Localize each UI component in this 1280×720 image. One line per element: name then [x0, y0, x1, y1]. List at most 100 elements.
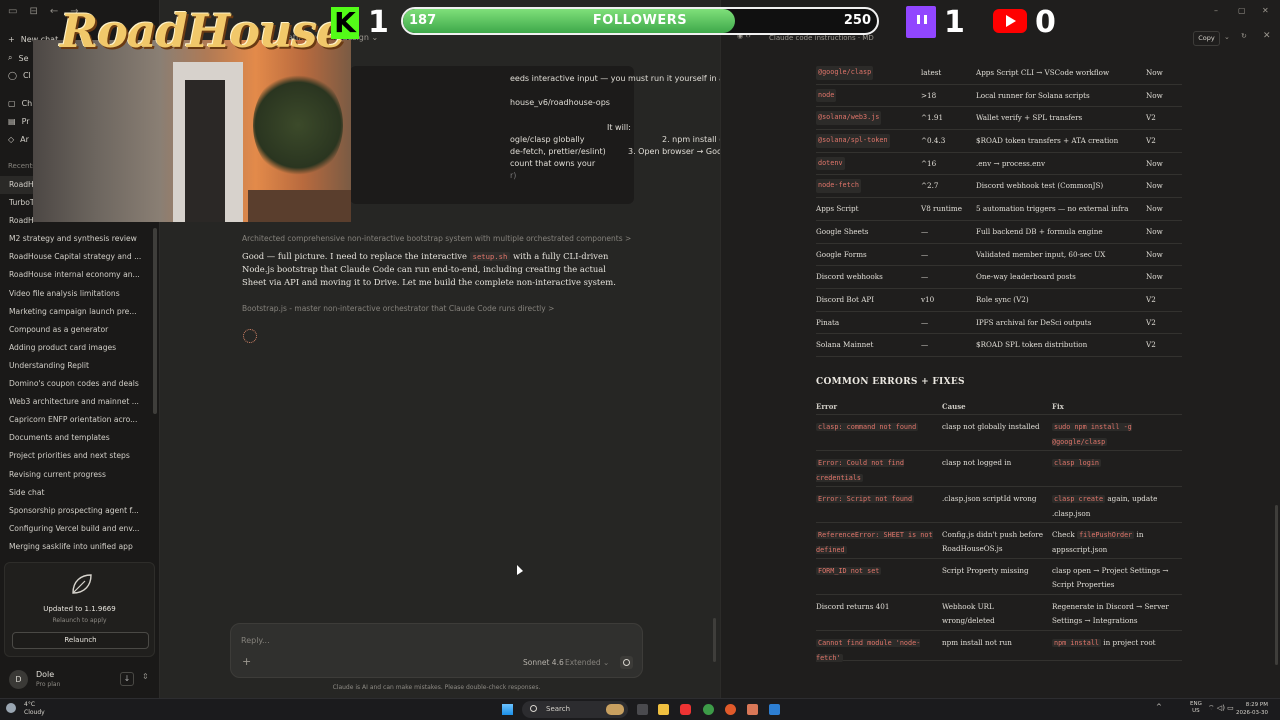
table-row: @solana/spl-token ^0.4.3 $ROAD token trans…	[816, 130, 1182, 153]
mode-selector[interactable]: Extended ⌄	[565, 658, 609, 667]
close-icon[interactable]: ✕	[1263, 31, 1271, 41]
window-close-button[interactable]: ✕	[1262, 6, 1269, 15]
refresh-icon[interactable]: ↻	[1241, 32, 1247, 40]
search-icon	[530, 705, 537, 712]
column-header: Fix	[1052, 402, 1064, 411]
youtube-app-icon[interactable]	[680, 704, 691, 715]
panel-scrollbar[interactable]	[1275, 505, 1278, 665]
table-cell: V2	[1146, 294, 1156, 304]
sidebar-chat-item[interactable]: RoadHouse Capital strategy and ...	[0, 248, 152, 266]
leaf-icon	[72, 574, 92, 594]
msg-line: eeds interactive input — you must run it…	[510, 74, 742, 83]
model-selector[interactable]: Sonnet 4.6	[523, 658, 564, 667]
fix-code: sudo npm install -g @google/clasp	[1052, 423, 1132, 446]
loading-spinner-icon	[243, 329, 257, 343]
sidebar-chat-item[interactable]: Domino's coupon codes and deals	[0, 375, 152, 393]
back-icon[interactable]: ←	[50, 6, 58, 17]
windows-start-icon[interactable]	[502, 704, 513, 715]
table-cell: Google Sheets	[816, 226, 869, 236]
avatar: D	[9, 670, 28, 689]
vscode-icon[interactable]	[769, 704, 780, 715]
cause-cell: Webhook URL wrong/deleted	[942, 602, 995, 625]
sidebar-chat-item[interactable]: Revising current progress	[0, 466, 152, 484]
sidebar-chat-item[interactable]: Side chat	[0, 484, 152, 502]
cloud-icon[interactable]	[6, 703, 16, 713]
column-header: Error	[816, 402, 838, 411]
sidebar-chat-item[interactable]: Compound as a generator	[0, 321, 152, 339]
nav-artifacts[interactable]: ◇ Ar	[8, 135, 29, 144]
error-cell: FORM_ID not set	[816, 564, 936, 579]
nav-chats[interactable]: ◯ Cl	[8, 71, 31, 80]
sidebar-chat-item[interactable]: Merging sasklife into unified app	[0, 538, 152, 556]
sidebar-chat-item[interactable]: Capricorn ENFP orientation acro...	[0, 411, 152, 429]
sidebar-chat-item[interactable]: Project priorities and next steps	[0, 447, 152, 465]
table-cell: Now	[1146, 68, 1163, 77]
table-cell: —	[921, 317, 929, 327]
chevron-down-icon[interactable]: ⌄	[1224, 33, 1230, 41]
sidebar-toggle-icon[interactable]: ▭	[8, 6, 17, 17]
reply-input[interactable]: Reply...	[241, 636, 270, 645]
table-row: clasp: command not found clasp not global…	[816, 415, 1182, 451]
sidebar-chat-item[interactable]: Understanding Replit	[0, 357, 152, 375]
table-cell: —	[921, 340, 929, 350]
nav-search[interactable]: ⌕ Se	[8, 53, 28, 63]
table-cell: 5 automation triggers — no external infr…	[976, 204, 1129, 214]
sidebar-scrollbar[interactable]	[153, 228, 157, 414]
nav-code[interactable]: ▢ Ch	[8, 99, 32, 108]
claude-app-icon[interactable]	[747, 704, 758, 715]
twitch-icon	[906, 6, 936, 38]
task-view-icon[interactable]	[637, 704, 648, 715]
taskbar: 4°C Cloudy Search ^ ENG US ⌔ ◁) ▭ 8:29 P…	[0, 698, 1280, 720]
table-cell: V2	[1146, 317, 1156, 327]
copy-button[interactable]: Copy	[1193, 31, 1220, 46]
fix-text: Check	[1052, 530, 1078, 539]
download-icon[interactable]: ↓	[120, 672, 134, 686]
sidebar-chat-item[interactable]: Configuring Vercel build and env...	[0, 520, 152, 538]
msg-line: ogle/clasp globally	[510, 135, 585, 144]
table-cell: $ROAD token transfers + ATA creation	[976, 136, 1119, 146]
sidebar-chat-item[interactable]: Adding product card images	[0, 339, 152, 357]
browser-icon[interactable]	[725, 704, 736, 715]
chat-scrollbar[interactable]	[713, 618, 716, 662]
youtube-count: 0	[1035, 5, 1056, 40]
widget-icon[interactable]	[606, 704, 624, 715]
sidebar-chat-item[interactable]: M2 strategy and synthesis review	[0, 230, 152, 248]
table-row: Discord webhooks — One-way leaderboard pos…	[816, 266, 1182, 289]
table-cell: —	[921, 226, 929, 236]
artifact-link[interactable]: Bootstrap.js - master non-interactive or…	[242, 304, 554, 313]
user-profile[interactable]: D Dole Pro plan ↓ ⇕	[0, 662, 160, 698]
expand-icon[interactable]: ⇕	[142, 672, 149, 681]
sidebar-chat-item[interactable]: Marketing campaign launch pre...	[0, 303, 152, 321]
tray-status-icons[interactable]: ⌔ ◁) ▭	[1208, 704, 1234, 713]
file-explorer-icon[interactable]	[658, 704, 669, 715]
sidebar-chat-item[interactable]: Documents and templates	[0, 429, 152, 447]
thinking-summary[interactable]: Architected comprehensive non-interactiv…	[242, 234, 631, 243]
tray-overflow-icon[interactable]: ^	[1156, 703, 1162, 711]
clock-date: 2026-03-30	[1236, 710, 1268, 716]
fix-code: npm install	[1052, 639, 1102, 647]
table-cell: Discord webhook test (CommonJS)	[976, 181, 1104, 191]
table-row: dotenv ^16 .env → process.env Now	[816, 153, 1182, 176]
layout-icon[interactable]: ⊟	[29, 6, 37, 17]
maximize-button[interactable]: ▢	[1238, 6, 1246, 15]
errors-table: Error Cause Fix clasp: command not found cla…	[816, 398, 1182, 662]
sidebar-chat-item[interactable]: Web3 architecture and mainnet ...	[0, 393, 152, 411]
sidebar-chat-item[interactable]: Sponsorship prospecting agent f...	[0, 502, 152, 520]
sidebar-chat-item[interactable]: RoadHouse internal economy an...	[0, 266, 152, 284]
voice-button[interactable]	[620, 656, 633, 669]
error-text: Cannot find module 'node-fetch'	[816, 639, 921, 662]
msg-line: count that owns your	[510, 159, 596, 168]
table-cell: latest	[921, 68, 942, 77]
add-attachment-button[interactable]: +	[242, 655, 251, 668]
relaunch-button[interactable]: Relaunch	[12, 632, 149, 649]
language-indicator[interactable]: ENG US	[1190, 701, 1202, 715]
chrome-icon[interactable]	[703, 704, 714, 715]
table-row: Solana Mainnet — $ROAD SPL token distribut…	[816, 334, 1182, 357]
minimize-button[interactable]: –	[1214, 6, 1218, 15]
panel-title: Claude code instructions · MD	[769, 34, 874, 42]
sidebar-chat-item[interactable]: Video file analysis limitations	[0, 285, 152, 303]
nav-projects[interactable]: ▤ Pr	[8, 117, 30, 126]
clock[interactable]: 8:29 PM 2026-03-30	[1236, 701, 1268, 717]
table-cell: Now	[1146, 181, 1163, 191]
fix-code: clasp login	[1052, 459, 1102, 467]
